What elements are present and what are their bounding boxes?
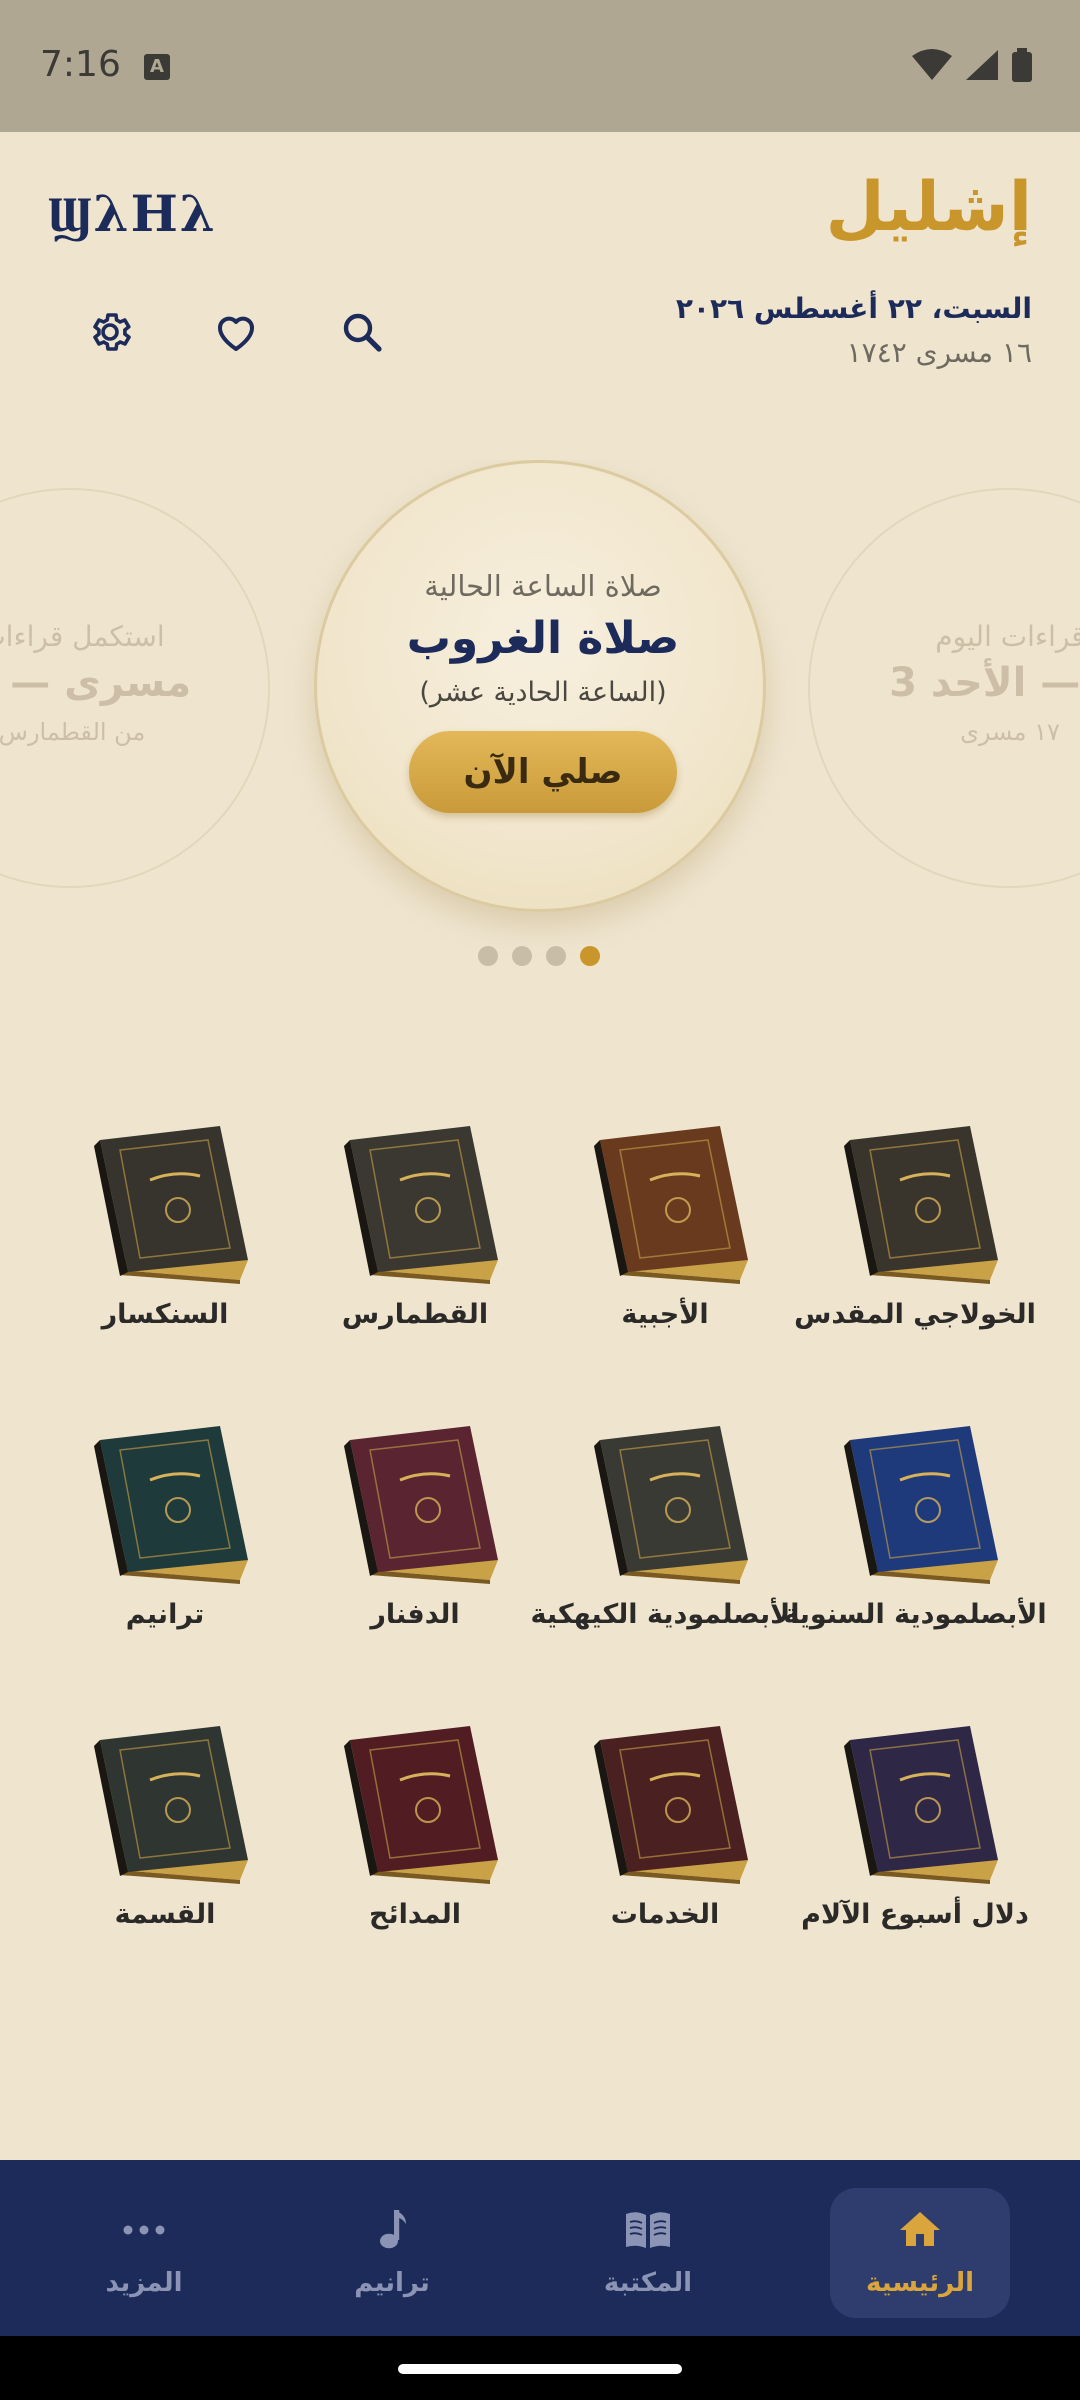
book-title: الأبصلمودية الكيهكية bbox=[530, 1599, 800, 1630]
book-tile[interactable]: المدائح bbox=[290, 1720, 540, 2000]
next-card-label: قراءات اليوم bbox=[935, 620, 1080, 653]
system-gesture-bar bbox=[0, 2336, 1080, 2400]
status-time: 7:16 bbox=[40, 44, 121, 85]
nav-more[interactable]: المزيد bbox=[54, 2188, 234, 2318]
settings-icon[interactable] bbox=[80, 302, 140, 362]
pray-now-button[interactable]: صلي الآن bbox=[409, 731, 677, 813]
book-tile[interactable]: الأجبية bbox=[540, 1120, 790, 1400]
book-cover-icon bbox=[344, 1726, 498, 1884]
book-open-icon bbox=[558, 2202, 738, 2258]
system-icons bbox=[910, 46, 1040, 86]
book-tile[interactable]: الخدمات bbox=[540, 1720, 790, 2000]
gregorian-date: السبت، ٢٢ أغسطس ٢٠٢٦ bbox=[675, 292, 1032, 325]
signal-icon bbox=[966, 50, 998, 80]
prayer-carousel[interactable]: استكمل قراءات مسرى — الأ من القطمارس صلا… bbox=[0, 460, 1080, 960]
book-title: القطمارس bbox=[341, 1299, 489, 1330]
music-note-icon bbox=[302, 2202, 482, 2258]
nav-library[interactable]: المكتبة bbox=[558, 2188, 738, 2318]
book-tile[interactable]: الأبصلمودية الكيهكية bbox=[531, 1420, 799, 1700]
more-icon bbox=[54, 2202, 234, 2258]
book-tile[interactable]: ترانيم bbox=[40, 1420, 290, 1700]
book-cover-icon bbox=[594, 1726, 748, 1884]
book-tile[interactable]: الأبصلمودية السنوية bbox=[783, 1420, 1047, 1700]
book-cover-icon bbox=[594, 1426, 748, 1584]
current-prayer-subtitle: صلاة الساعة الحالية bbox=[424, 569, 662, 603]
book-cover-icon bbox=[844, 1126, 998, 1284]
current-prayer-card[interactable]: صلاة الساعة الحالية صلاة الغروب (الساعة … bbox=[314, 460, 766, 912]
book-title: السنكسار bbox=[101, 1299, 229, 1330]
carousel-dot[interactable] bbox=[546, 946, 566, 966]
home-gesture-handle[interactable] bbox=[398, 2364, 682, 2374]
favorites-heart-icon[interactable] bbox=[206, 302, 266, 362]
prev-card-source: من القطمارس bbox=[0, 718, 146, 746]
book-cover-icon bbox=[344, 1126, 498, 1284]
nav-home[interactable]: الرئيسية bbox=[830, 2188, 1010, 2318]
book-title: ترانيم bbox=[125, 1599, 205, 1630]
book-title: دلال أسبوع الآلام bbox=[801, 1899, 1029, 1930]
book-title: القسمة bbox=[114, 1899, 216, 1930]
app-logo: ϢλΗλ bbox=[48, 184, 217, 243]
wifi-icon bbox=[912, 49, 952, 80]
prev-card-title: مسرى — الأ bbox=[0, 660, 192, 706]
book-cover-icon bbox=[344, 1426, 498, 1584]
book-cover-icon bbox=[94, 1126, 248, 1284]
book-tile[interactable]: السنكسار bbox=[40, 1120, 290, 1400]
book-title: الأجبية bbox=[621, 1299, 709, 1330]
search-icon[interactable] bbox=[332, 302, 392, 362]
book-title: الدفنار bbox=[370, 1599, 460, 1630]
book-cover-icon bbox=[844, 1726, 998, 1884]
book-title: الخدمات bbox=[610, 1899, 720, 1930]
book-title: الأبصلمودية السنوية bbox=[783, 1599, 1047, 1630]
carousel-card-prev[interactable]: استكمل قراءات مسرى — الأ من القطمارس bbox=[0, 488, 270, 888]
book-cover-icon bbox=[94, 1426, 248, 1584]
carousel-dot[interactable] bbox=[580, 946, 600, 966]
prev-card-label: استكمل قراءات bbox=[0, 620, 165, 653]
book-tile[interactable]: دلال أسبوع الآلام bbox=[790, 1720, 1040, 2000]
battery-icon bbox=[1012, 52, 1032, 82]
next-card-title: ى — الأحد 3 bbox=[889, 660, 1080, 706]
carousel-page-indicator bbox=[0, 946, 1080, 968]
nav-more-label: المزيد bbox=[105, 2268, 183, 2298]
book-title: المدائح bbox=[369, 1899, 461, 1930]
coptic-date: ١٦ مسرى ١٧٤٢ bbox=[846, 336, 1032, 369]
nav-home-label: الرئيسية bbox=[865, 2268, 975, 2298]
carousel-dot[interactable] bbox=[512, 946, 532, 966]
nav-hymns[interactable]: ترانيم bbox=[302, 2188, 482, 2318]
book-title: الخولاجي المقدس bbox=[794, 1299, 1036, 1330]
status-bar: 7:16 A bbox=[0, 0, 1080, 132]
book-tile[interactable]: القسمة bbox=[40, 1720, 290, 2000]
nav-library-label: المكتبة bbox=[603, 2268, 693, 2298]
book-tile[interactable]: القطمارس bbox=[290, 1120, 540, 1400]
book-cover-icon bbox=[594, 1126, 748, 1284]
book-cover-icon bbox=[94, 1726, 248, 1884]
book-tile[interactable]: الخولاجي المقدس bbox=[790, 1120, 1040, 1400]
current-prayer-title: صلاة الغروب bbox=[406, 613, 680, 664]
bottom-navigation: الرئيسية المكتبة ترانيم المزيد bbox=[0, 2160, 1080, 2336]
notification-icon: A bbox=[144, 54, 170, 80]
carousel-dot[interactable] bbox=[478, 946, 498, 966]
app-title: إشليل bbox=[825, 168, 1032, 247]
current-prayer-hour: (الساعة الحادية عشر) bbox=[419, 677, 667, 708]
nav-hymns-label: ترانيم bbox=[354, 2268, 430, 2298]
next-card-date: ١٧ مسرى bbox=[960, 718, 1060, 746]
book-cover-icon bbox=[844, 1426, 998, 1584]
home-icon bbox=[830, 2202, 1010, 2258]
carousel-card-next[interactable]: قراءات اليوم ى — الأحد 3 ١٧ مسرى bbox=[808, 488, 1080, 888]
book-tile[interactable]: الدفنار bbox=[290, 1420, 540, 1700]
